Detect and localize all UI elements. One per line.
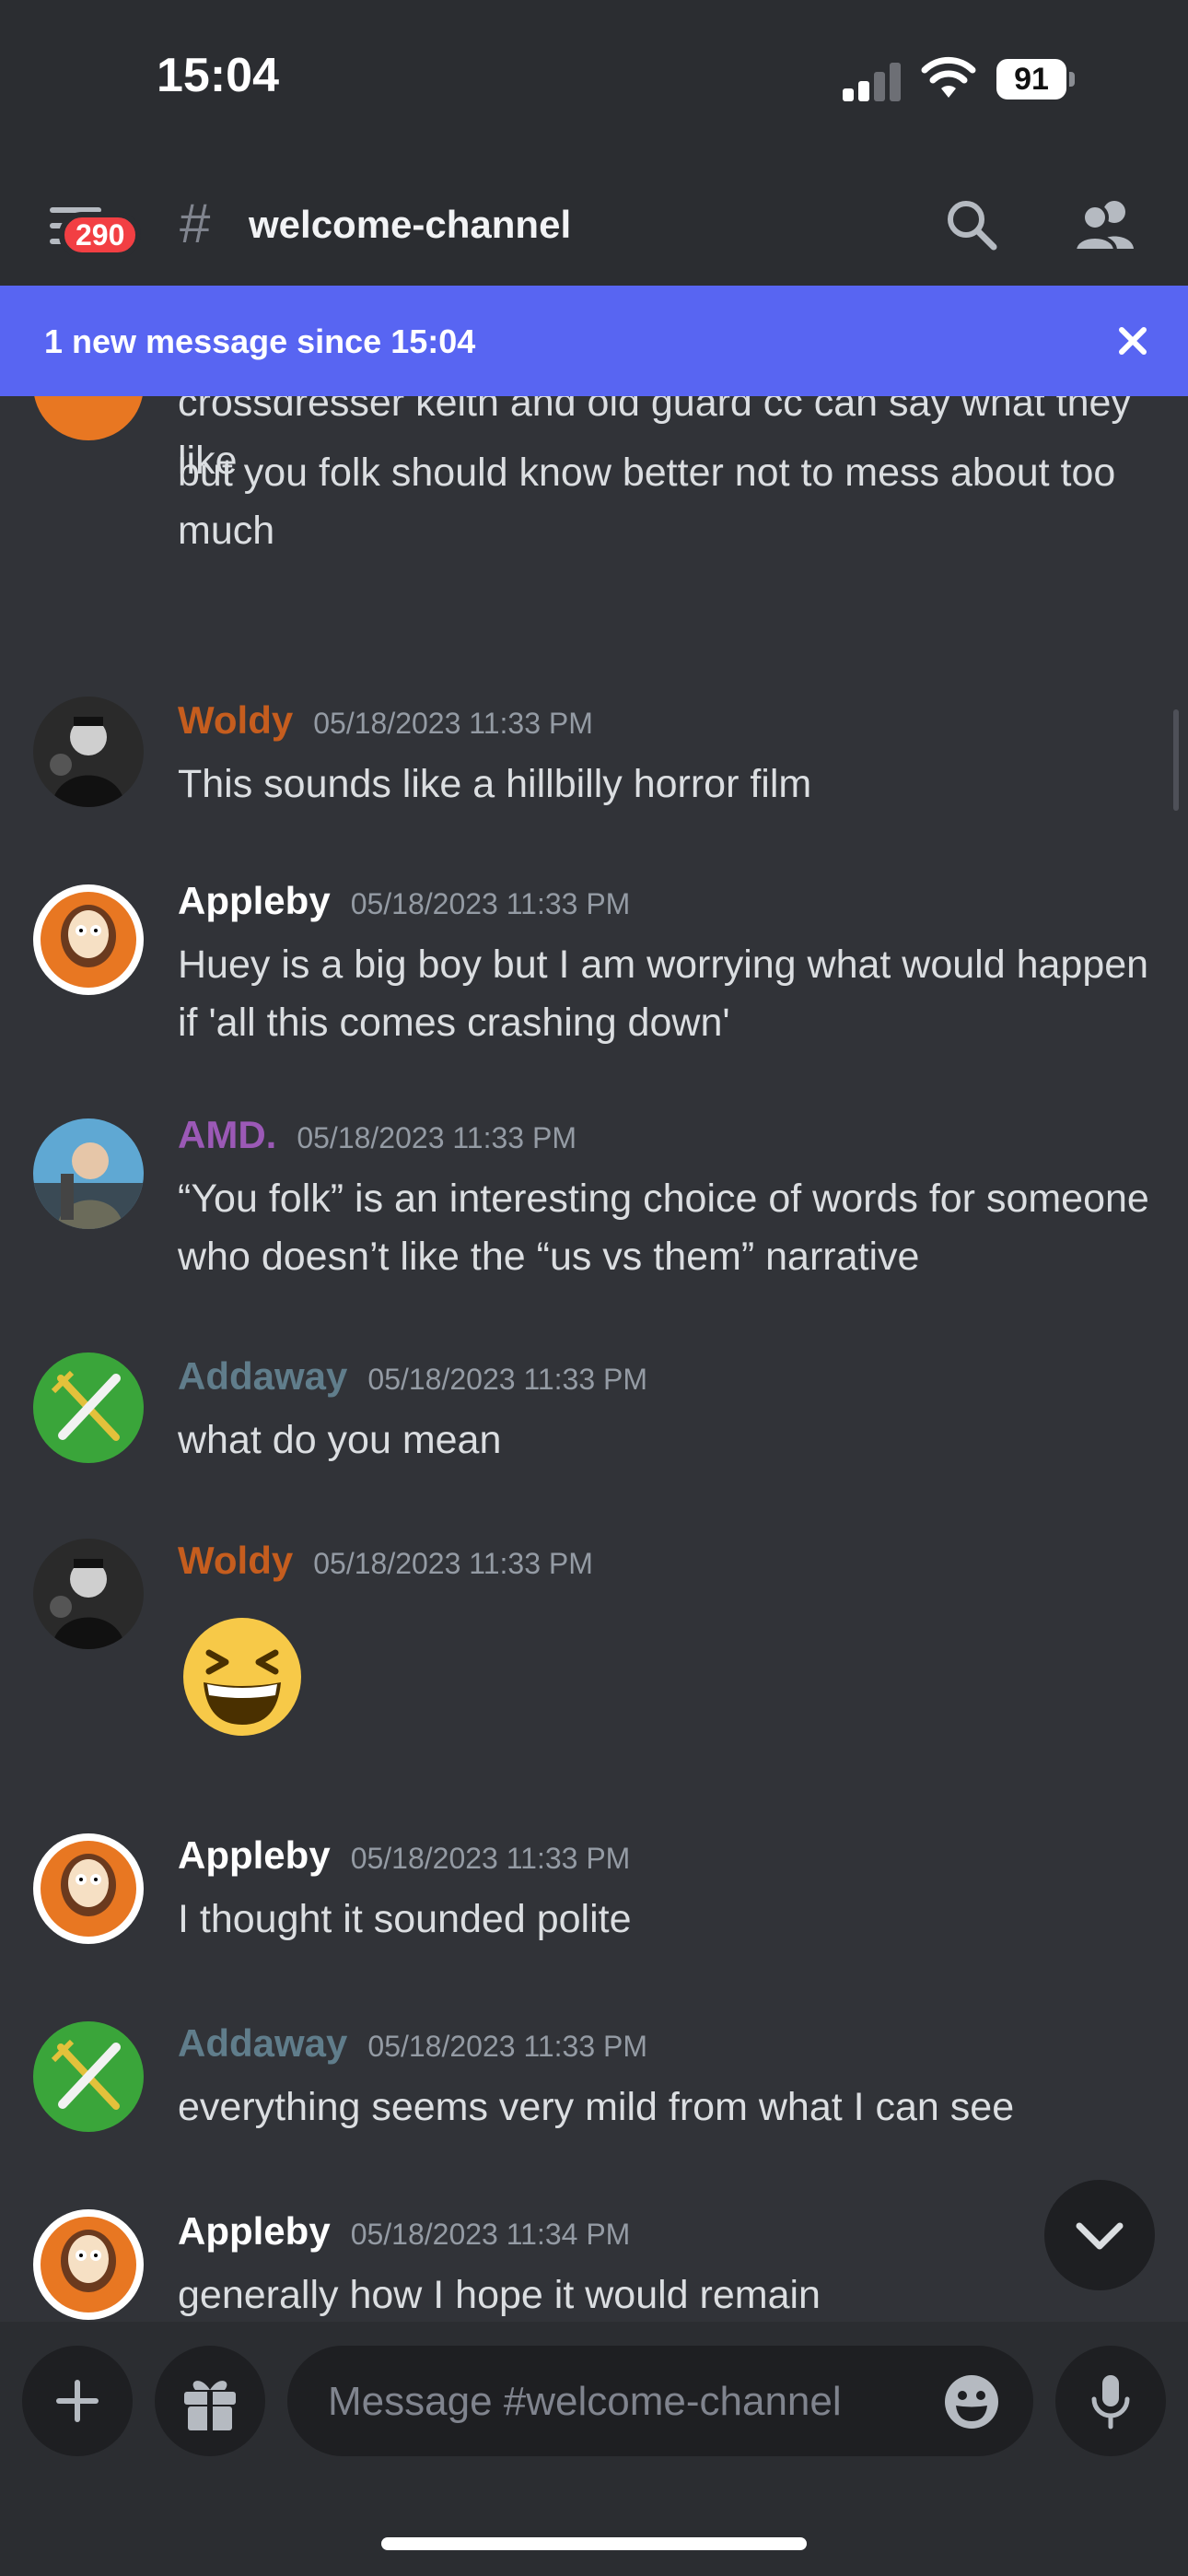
add-attachment-button[interactable] [22,2346,133,2456]
timestamp: 05/18/2023 11:33 PM [313,707,593,740]
message-input-container [287,2346,1033,2456]
new-messages-banner[interactable]: 1 new message since 15:04 [0,286,1188,396]
message-header: Appleby 05/18/2023 11:33 PM [178,1833,630,1878]
avatar[interactable] [33,1352,144,1463]
channel-hash-icon: # [180,193,211,254]
avatar[interactable] [33,1118,144,1229]
new-messages-text: 1 new message since 15:04 [44,322,476,360]
gift-icon [184,2381,236,2430]
close-icon[interactable] [1114,322,1151,359]
message-text: Huey is a big boy but I am worrying what… [178,943,1149,1045]
message-text: I thought it sounded polite [178,1897,632,1941]
battery-icon: 91 [996,59,1077,100]
timestamp: 05/18/2023 11:33 PM [350,887,631,920]
chevron-down-icon [1076,2222,1124,2250]
avatar[interactable] [33,697,144,807]
wifi-icon [921,56,976,98]
home-indicator [381,2537,807,2550]
author-name[interactable]: Woldy [178,698,293,742]
plus-icon [56,2380,99,2422]
message-text: what do you mean [178,1418,502,1462]
message-header: Addaway 05/18/2023 11:33 PM [178,2021,647,2066]
status-time: 15:04 [157,49,279,102]
status-bar: 15:04 91 [0,0,1188,157]
voice-message-button[interactable] [1055,2346,1166,2456]
message-text: This sounds like a hillbilly horror film [178,762,812,806]
avatar[interactable] [33,1833,144,1944]
message-text: everything seems very mild from what I c… [178,2085,1015,2129]
message-text: but you folk should know better not to m… [178,451,1116,553]
timestamp: 05/18/2023 11:33 PM [350,1842,631,1875]
message-text: generally how I hope it would remain [178,2273,821,2317]
emoji-picker-icon[interactable] [943,2373,1000,2430]
message-header: AMD. 05/18/2023 11:33 PM [178,1113,577,1157]
gift-button[interactable] [155,2346,265,2456]
avatar[interactable] [33,1539,144,1649]
cellular-signal-icon [843,61,902,101]
microphone-icon [1091,2375,1130,2430]
author-name[interactable]: Appleby [178,2209,331,2253]
search-icon[interactable] [944,197,999,252]
grinning-squinting-face-icon[interactable] [178,1612,307,1741]
author-name[interactable]: Addaway [178,1354,347,1398]
timestamp: 05/18/2023 11:34 PM [350,2218,631,2251]
jump-to-bottom-button[interactable] [1044,2180,1155,2290]
timestamp: 05/18/2023 11:33 PM [367,2030,648,2063]
avatar[interactable] [33,2021,144,2132]
unread-badge: 290 [59,212,142,258]
author-name[interactable]: Appleby [178,1833,331,1877]
author-name[interactable]: Appleby [178,879,331,922]
message-header: Appleby 05/18/2023 11:34 PM [178,2209,630,2254]
message-header: Addaway 05/18/2023 11:33 PM [178,1354,647,1399]
timestamp: 05/18/2023 11:33 PM [367,1363,648,1396]
avatar[interactable] [33,884,144,995]
message-text: “You folk” is an interesting choice of w… [178,1177,1149,1279]
message-header: Woldy 05/18/2023 11:33 PM [178,698,593,743]
battery-level: 91 [996,59,1066,100]
timestamp: 05/18/2023 11:33 PM [297,1121,577,1154]
message-header: Woldy 05/18/2023 11:33 PM [178,1539,593,1583]
author-name[interactable]: AMD. [178,1113,276,1156]
channel-title[interactable]: welcome-channel [249,203,571,247]
timestamp: 05/18/2023 11:33 PM [313,1547,593,1580]
message-input[interactable] [326,2368,919,2436]
author-name[interactable]: Woldy [178,1539,293,1582]
message-header: Appleby 05/18/2023 11:33 PM [178,879,630,923]
scrollbar[interactable] [1173,709,1179,811]
message-composer [0,2322,1188,2576]
avatar[interactable] [33,396,144,440]
members-icon[interactable] [1073,197,1137,252]
channel-header: 290 # welcome-channel [0,157,1188,286]
author-name[interactable]: Addaway [178,2021,347,2065]
avatar[interactable] [33,2209,144,2320]
message-list[interactable]: crossdresser keith and old guard cc can … [0,396,1188,2322]
